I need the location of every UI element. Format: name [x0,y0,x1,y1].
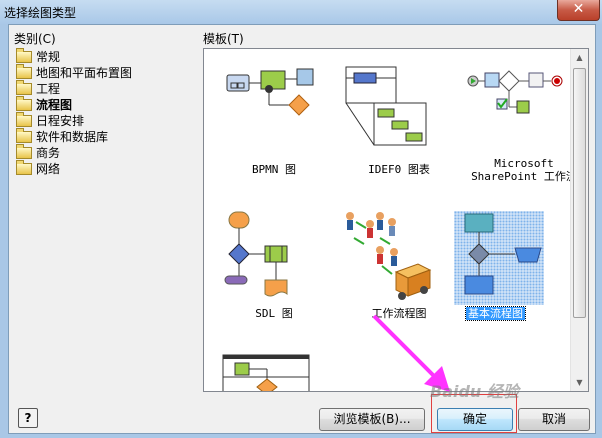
folder-icon [16,128,32,143]
dialog-body: 类别(C) 模板(T) 常规 地图和平面布置图 工程 流程图 日程安排 软件和数… [8,24,596,434]
category-label: 日程安排 [36,114,85,128]
folder-icon [16,112,32,127]
category-item-software[interactable]: 软件和数据库 [14,128,184,144]
category-item-general[interactable]: 常规 [14,48,184,64]
template-label: 基本流程图 [465,306,526,321]
template-label: SDL 图 [255,307,293,320]
category-item-maps[interactable]: 地图和平面布置图 [14,64,184,80]
template-scrollbar[interactable]: ▲ ▼ [570,49,588,391]
scroll-down-icon[interactable]: ▼ [571,374,588,391]
folder-icon [16,160,32,175]
category-label: 商务 [36,146,61,160]
template-bpmn[interactable]: BPMN 图 [209,59,339,189]
category-label: 常规 [36,50,61,64]
categories-label: 类别(C) [14,32,56,46]
category-item-business[interactable]: 商务 [14,144,184,160]
category-label: 软件和数据库 [36,130,109,144]
folder-icon [16,144,32,159]
browse-templates-button[interactable]: 浏览模板(B)... [319,408,425,431]
watermark: Baidu 经验 [430,382,519,401]
category-item-engineering[interactable]: 工程 [14,80,184,96]
close-icon[interactable]: ✕ [557,0,600,21]
template-label: BPMN 图 [251,163,297,176]
sdl-diagram-icon [224,211,288,297]
category-list[interactable]: 常规 地图和平面布置图 工程 流程图 日程安排 软件和数据库 商务 网络 [14,48,186,404]
bpmn-diagram-icon [226,68,314,116]
category-item-schedule[interactable]: 日程安排 [14,112,184,128]
category-label: 工程 [36,82,61,96]
category-label: 地图和平面布置图 [36,66,133,80]
idef0-diagram-icon [345,66,427,146]
category-item-network[interactable]: 网络 [14,160,184,176]
templates-label: 模板(T) [203,32,244,46]
folder-icon [16,48,32,63]
scroll-up-icon[interactable]: ▲ [571,49,588,66]
title-bar[interactable]: 选择绘图类型 ✕ [0,0,602,24]
scroll-thumb[interactable] [573,68,586,318]
template-cross-functional[interactable] [209,349,339,391]
cancel-button[interactable]: 取消 [518,408,590,431]
cross-functional-flowchart-icon [222,354,310,391]
window-title: 选择绘图类型 [4,6,77,20]
folder-icon [16,96,32,111]
work-flow-diagram-icon [346,212,432,300]
template-sdl[interactable]: SDL 图 [209,204,339,334]
template-idef0[interactable]: IDEF0 图表 [334,59,464,189]
category-label: 网络 [36,162,61,176]
category-label: 流程图 [36,98,73,112]
category-item-flowchart[interactable]: 流程图 [14,96,184,112]
folder-icon [16,64,32,79]
template-label: IDEF0 图表 [368,163,430,176]
help-button[interactable]: ? [18,408,38,428]
folder-icon [16,80,32,95]
